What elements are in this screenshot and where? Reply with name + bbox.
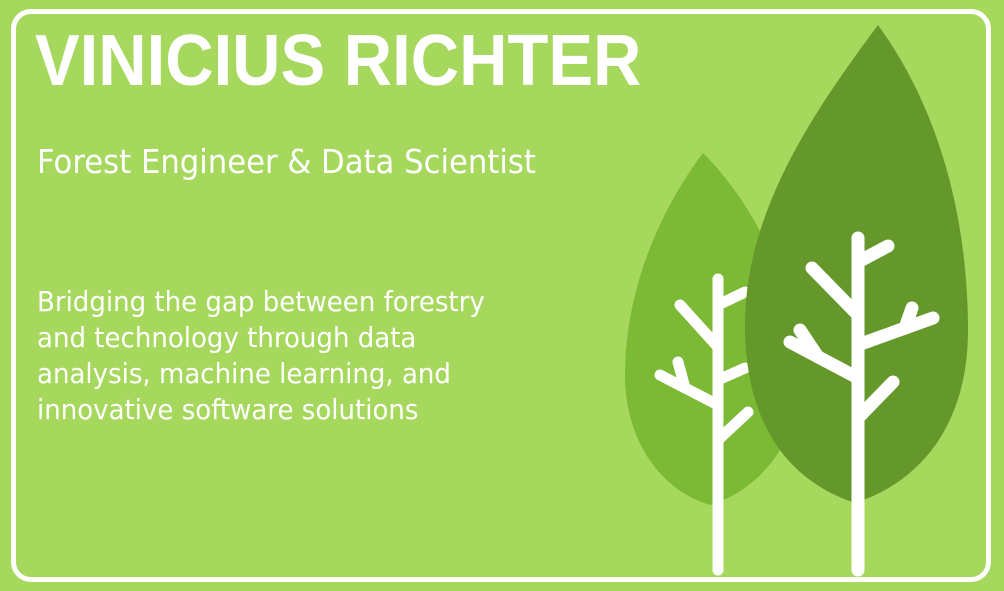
tree-icon: [745, 25, 968, 577]
trees-illustration: [625, 25, 968, 577]
